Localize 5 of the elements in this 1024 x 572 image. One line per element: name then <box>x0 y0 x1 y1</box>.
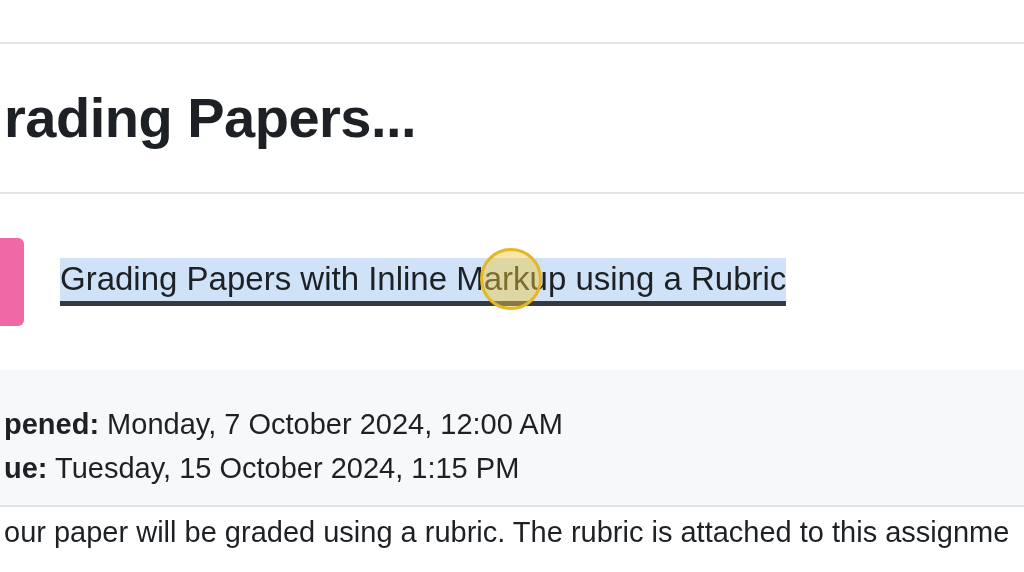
date-line: ue: Tuesday, 15 October 2024, 1:15 PM <box>4 450 521 486</box>
description-text: our paper will be graded using a rubric. The rubric is attached to this assignme <box>4 515 1011 551</box>
date-line: pened: Monday, 7 October 2024, 12:00 AM <box>4 407 564 442</box>
activity-icon <box>0 238 24 326</box>
page-title: rading Papers... <box>4 85 417 152</box>
